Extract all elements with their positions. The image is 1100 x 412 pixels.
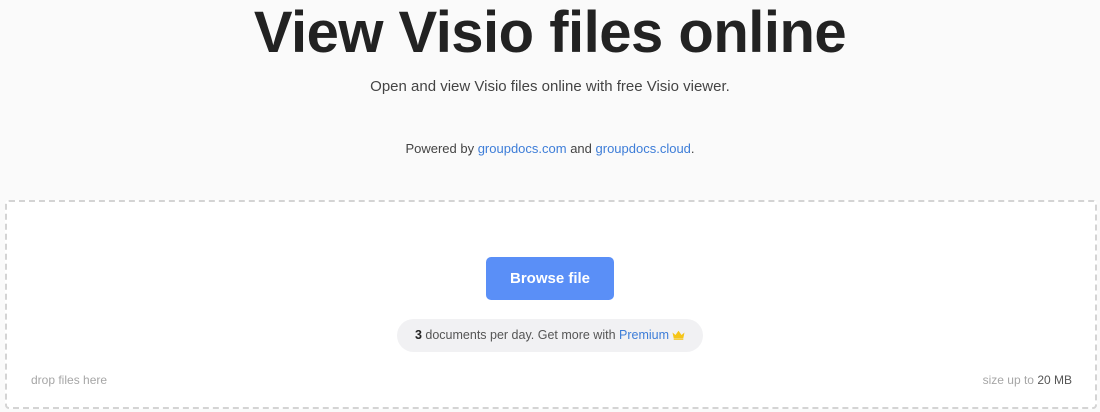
powered-by-line: Powered by groupdocs.com and groupdocs.c… <box>0 140 1100 158</box>
file-size-limit: size up to 20 MB <box>983 372 1072 388</box>
powered-by-period: . <box>690 141 695 156</box>
groupdocs-com-link[interactable]: groupdocs.com <box>478 141 567 156</box>
daily-limit-notice: 3 documents per day. Get more with Premi… <box>397 319 703 352</box>
daily-limit-text: documents per day. Get more with <box>421 328 619 342</box>
crown-icon <box>672 330 685 340</box>
powered-by-prefix: Powered by <box>405 141 478 156</box>
size-limit-value: 20 MB <box>1037 373 1072 387</box>
daily-limit-count: 3 <box>414 328 422 342</box>
size-limit-prefix: size up to <box>982 373 1038 387</box>
page-subtitle: Open and view Visio files online with fr… <box>370 78 730 95</box>
drop-files-hint: drop files here <box>31 373 108 387</box>
powered-by-and: and <box>566 141 596 156</box>
file-dropzone[interactable]: Browse file 3 documents per day. Get mor… <box>5 200 1097 409</box>
hero-section: View Visio files online Open and view Vi… <box>0 0 1100 200</box>
page-title: View Visio files online <box>253 0 847 65</box>
premium-link[interactable]: Premium <box>619 328 669 342</box>
browse-file-button[interactable]: Browse file <box>486 257 614 300</box>
groupdocs-cloud-link[interactable]: groupdocs.cloud <box>596 141 691 156</box>
